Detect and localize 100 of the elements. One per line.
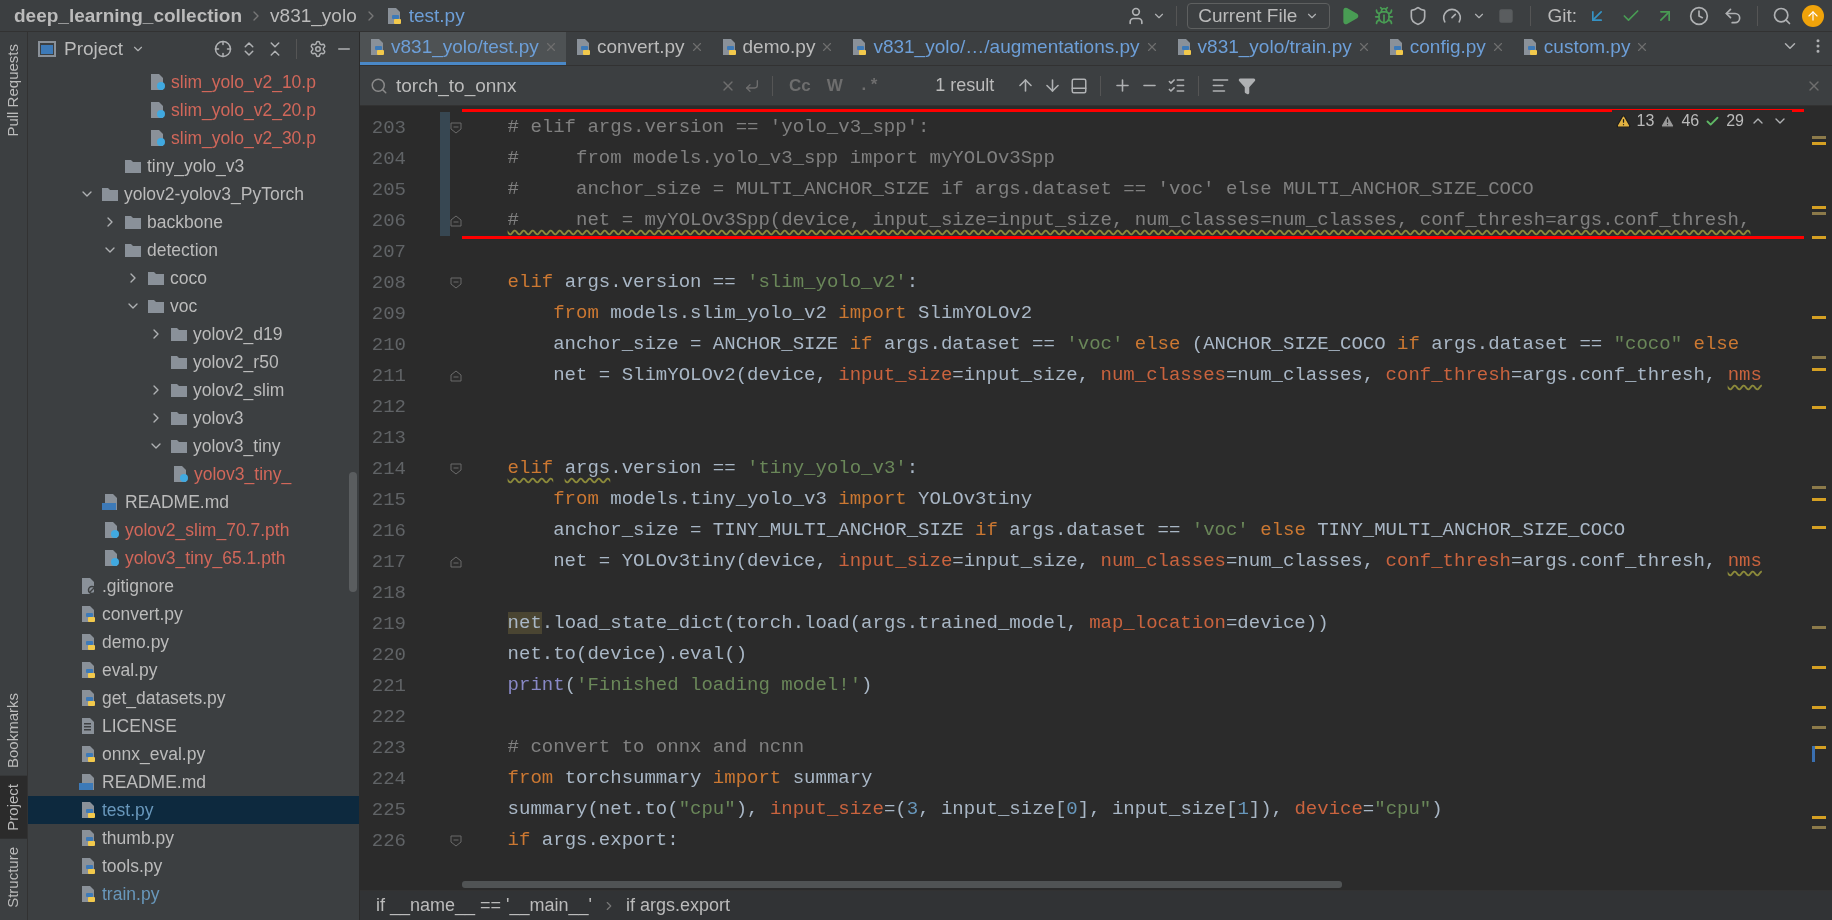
horizontal-scrollbar[interactable] [462, 881, 1342, 888]
tree-item[interactable]: README.md [28, 488, 359, 516]
tree-item[interactable]: tools.py [28, 852, 359, 880]
line-number: 211 [370, 364, 406, 387]
unknown-file-icon [171, 465, 189, 483]
tree-item[interactable]: LICENSE [28, 712, 359, 740]
tree-item[interactable]: demo.py [28, 628, 359, 656]
search-field[interactable]: torch_to_onnx [396, 74, 712, 97]
editor-tab[interactable]: v831_yolo/train.py [1166, 32, 1379, 65]
tree-item[interactable]: test.py [28, 796, 359, 824]
line-number: 224 [370, 767, 406, 790]
scrollbar-thumb[interactable] [349, 472, 357, 592]
tree-item[interactable]: voc [28, 292, 359, 320]
line-number: 218 [370, 581, 406, 604]
history-icon[interactable] [1689, 5, 1709, 26]
tree-item[interactable]: yolov2_r50 [28, 348, 359, 376]
inspection-count[interactable]: 46 [1681, 112, 1700, 130]
python-file-icon [79, 745, 97, 763]
panel-title[interactable]: Project [64, 38, 124, 60]
folder-icon [124, 241, 142, 259]
tree-item[interactable]: slim_yolo_v2_30.p [28, 124, 359, 152]
tree-item[interactable]: eval.py [28, 656, 359, 684]
tree-item[interactable]: thumb.py [28, 824, 359, 852]
fold-icon[interactable] [450, 462, 462, 475]
change-marker[interactable] [440, 205, 450, 236]
code-line: # net = myYOLOv3Spp(device, input_size=input_size, num_classes=num_classes, conf_thresh=args.conf_thresh, [506, 208, 1751, 233]
code-breadcrumb[interactable]: if args.export [626, 895, 731, 916]
tree-item[interactable]: onnx_eval.py [28, 740, 359, 768]
run-icon[interactable] [1340, 5, 1361, 26]
line-number: 213 [370, 426, 406, 449]
tree-item[interactable]: tiny_yolo_v3 [28, 152, 359, 180]
fold-icon[interactable] [450, 276, 462, 289]
tree-item[interactable]: yolov2_d19 [28, 320, 359, 348]
tool-window-tab[interactable]: Pull Requests [0, 36, 27, 145]
filter-icon[interactable] [1238, 76, 1257, 95]
tree-item[interactable]: README.md [28, 768, 359, 796]
locate-icon[interactable] [214, 40, 232, 58]
editor-tab[interactable]: convert.py [565, 32, 712, 65]
tree-item[interactable]: slim_yolo_v2_10.p [28, 68, 359, 96]
debug-icon[interactable] [1374, 5, 1395, 26]
line-number: 225 [370, 798, 406, 821]
tree-item[interactable]: yolov3_tiny [28, 432, 359, 460]
breadcrumb[interactable]: deep_learning_collection [14, 4, 243, 27]
line-number: 206 [370, 209, 406, 232]
weak-warning-icon[interactable] [1660, 113, 1676, 129]
line-number: 226 [370, 829, 406, 852]
inspection-count[interactable]: 13 [1636, 112, 1655, 130]
breadcrumb[interactable]: test.py [408, 4, 465, 27]
code-line: net = SlimYOLOv2(device, input_size=input_size, num_classes=num_classes, conf_thresh=args.conf_thresh, nms [552, 363, 1762, 388]
filter-lines-icon[interactable] [1211, 76, 1231, 95]
tree-item[interactable]: yolov2-yolov3_PyTorch [28, 180, 359, 208]
code-line: # convert to onnx and ncnn [506, 735, 805, 760]
fold-icon[interactable] [450, 834, 462, 847]
tree-item[interactable]: detection [28, 236, 359, 264]
tree-item[interactable]: yolov2_slim [28, 376, 359, 404]
fold-end-icon[interactable] [450, 555, 462, 568]
search-icon[interactable] [1772, 5, 1792, 26]
folder-icon [124, 157, 142, 175]
inspection-count[interactable]: 29 [1726, 112, 1744, 130]
tree-item[interactable]: backbone [28, 208, 359, 236]
tree-item[interactable]: get_datasets.py [28, 684, 359, 712]
editor-tab[interactable]: v831_yolo/…/augmentations.py [842, 32, 1167, 65]
code-breadcrumb[interactable]: if __name__ == '__main__' [376, 895, 593, 916]
tree-item[interactable]: slim_yolo_v2_20.p [28, 96, 359, 124]
updates-icon[interactable] [1802, 4, 1824, 27]
editor-tab[interactable]: custom.py [1512, 32, 1658, 65]
tool-window-tab[interactable]: Structure [0, 839, 27, 916]
tree-item[interactable]: yolov3 [28, 404, 359, 432]
folder-icon [170, 409, 188, 427]
tree-item[interactable]: convert.py [28, 600, 359, 628]
warning-icon[interactable] [1615, 113, 1631, 129]
editor-tab[interactable]: config.py [1378, 32, 1513, 65]
fold-icon[interactable] [450, 121, 462, 134]
markdown-file-icon [79, 773, 97, 791]
python-file-icon [79, 885, 97, 903]
change-marker[interactable] [440, 112, 450, 143]
tree-item[interactable]: coco [28, 264, 359, 292]
editor-tab[interactable]: demo.py [711, 32, 843, 65]
settings-icon[interactable] [309, 40, 327, 58]
tree-item[interactable]: yolov3_tiny_ [28, 460, 359, 488]
search-icon[interactable] [370, 76, 388, 95]
rollback-icon[interactable] [1723, 5, 1743, 26]
fold-end-icon[interactable] [450, 214, 462, 227]
editor-tab[interactable]: v831_yolo/test.py [360, 32, 566, 65]
coverage-icon[interactable] [1408, 5, 1429, 26]
in-selection-icon[interactable] [1070, 76, 1089, 95]
tool-window-tab[interactable]: Project [0, 776, 27, 840]
run-configuration-dropdown[interactable]: Current File [1187, 2, 1331, 29]
tree-item[interactable]: yolov3_tiny_65.1.pth [28, 544, 359, 572]
select-all-icon[interactable] [1167, 76, 1187, 95]
line-number: 208 [370, 271, 406, 294]
fold-end-icon[interactable] [450, 369, 462, 382]
line-number: 217 [370, 550, 406, 573]
tree-item[interactable]: train.py [28, 880, 359, 908]
line-number: 203 [370, 116, 406, 139]
tree-item[interactable]: yolov2_slim_70.7.pth [28, 516, 359, 544]
tool-window-tab[interactable]: Bookmarks [0, 685, 27, 777]
breadcrumb[interactable]: v831_yolo [270, 4, 357, 27]
tree-item[interactable]: .gitignore [28, 572, 359, 600]
line-number: 216 [370, 519, 406, 542]
